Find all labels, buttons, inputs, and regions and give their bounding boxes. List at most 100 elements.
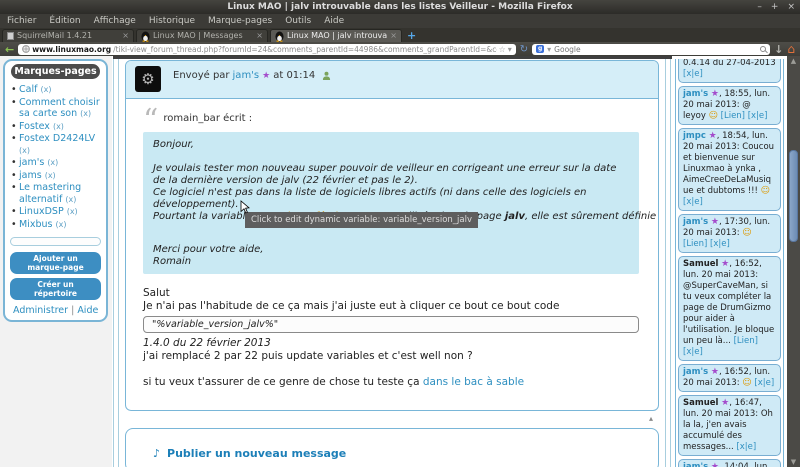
bookmark-star-icon[interactable]: ☆ <box>499 45 506 54</box>
bookmark-remove-link[interactable]: (x) <box>53 122 64 131</box>
bookmarks-list: Calf (x) Comment choisir sa carte son (x… <box>10 84 101 230</box>
bookmark-remove-link[interactable]: (x) <box>80 109 91 118</box>
shout-author-link[interactable]: jam's <box>683 367 708 377</box>
minimize-button[interactable]: – <box>757 0 762 14</box>
sandbox-link[interactable]: dans le bac à sable <box>423 376 524 388</box>
document-icon <box>7 32 14 40</box>
tab-close-icon[interactable]: × <box>256 30 263 42</box>
menu-outils[interactable]: Outils <box>285 14 311 28</box>
message-links[interactable]: [x|e] <box>736 442 756 452</box>
new-tab-button[interactable]: + <box>407 30 416 42</box>
message-links[interactable]: [x|e] <box>683 69 703 79</box>
shout-author-link[interactable]: Samuel <box>683 259 718 269</box>
search-engine-dropdown-icon[interactable]: ▾ <box>547 45 551 54</box>
author-star-icon: ★ <box>262 70 271 81</box>
bookmark-remove-link[interactable]: (x) <box>67 207 78 216</box>
author-star-icon: ★ <box>710 367 719 377</box>
scrollbar[interactable]: ▲ ▼ <box>787 56 800 467</box>
search-magnifier-icon[interactable] <box>760 46 767 52</box>
bookmark-link[interactable]: Fostex D2424LV <box>19 133 95 144</box>
create-folder-button[interactable]: Créer un répertoire <box>10 278 101 300</box>
tux-favicon-icon <box>141 31 150 42</box>
close-button[interactable]: × <box>787 0 795 14</box>
menu-historique[interactable]: Historique <box>149 14 195 28</box>
tab-squirrelmail[interactable]: SquirrelMail 1.4.21 × <box>2 29 134 42</box>
publish-new-message-link[interactable]: ♪ Publier un nouveau message <box>153 447 346 460</box>
message-links[interactable]: [x|e] <box>683 197 703 207</box>
bookmark-name-input[interactable] <box>10 237 101 246</box>
thread-inner-frame: ⚙ Envoyé par jam's ★ at 01:14 “ romain_b… <box>118 59 666 467</box>
message-links[interactable]: [x|e] <box>754 378 774 388</box>
maximize-button[interactable]: + <box>771 0 779 14</box>
menu-edition[interactable]: Édition <box>49 14 80 28</box>
author-star-icon: ★ <box>710 217 719 227</box>
bookmark-link[interactable]: jam's <box>19 157 44 168</box>
menu-aide[interactable]: Aide <box>324 14 344 28</box>
page-content: Marques-pages Calf (x) Comment choisir s… <box>0 56 800 467</box>
home-icon[interactable]: ⌂ <box>787 43 795 55</box>
post-body: “ romain_bar écrit : Bonjour, Je voulais… <box>126 99 658 410</box>
bookmark-remove-link[interactable]: (x) <box>45 171 56 180</box>
back-button[interactable]: ← <box>5 44 14 55</box>
post-author-link[interactable]: jam's <box>233 70 260 81</box>
shout-author-link[interactable]: Samuel <box>683 398 718 408</box>
list-item: Fostex D2424LV (x) <box>10 133 101 156</box>
search-engine-icon[interactable]: g <box>536 45 545 53</box>
bookmark-remove-link[interactable]: (x) <box>40 85 51 94</box>
menu-marque-pages[interactable]: Marque-pages <box>208 14 272 28</box>
search-input[interactable] <box>554 44 758 54</box>
shoutbox-message: jmpc ★, 18:54, lun. 20 mai 2013: Coucou … <box>678 128 781 211</box>
bookmark-link[interactable]: LinuxDSP <box>19 206 64 217</box>
list-item: jam's (x) <box>10 157 101 169</box>
shout-author-link[interactable]: jam's <box>683 89 708 99</box>
variable-value: 1.4.0 du 22 février 2013 <box>143 337 271 349</box>
sandbox-line: si tu veux t'assurer de ce genre de chos… <box>143 376 525 388</box>
downloads-icon[interactable]: ↓ <box>774 43 783 56</box>
shoutbox-message: Samuel ★, 16:47, lun. 20 mai 2013: Oh la… <box>678 395 781 456</box>
message-links[interactable]: [Lien] [x|e] <box>721 111 768 121</box>
smiley-icon: ☺ <box>760 186 771 196</box>
smiley-icon: ☺ <box>742 378 752 388</box>
shoutbox-message: jam's ★, 16:52, lun. 20 mai 2013: ☺ [x|e… <box>678 364 781 392</box>
shout-author-link[interactable]: jam's <box>683 462 708 467</box>
message-links[interactable]: [Lien] [x|e] <box>683 239 730 249</box>
administer-link[interactable]: Administrer <box>13 305 68 316</box>
bookmark-link[interactable]: Mixbus <box>19 219 52 230</box>
url-dropdown-icon[interactable]: ▾ <box>508 45 512 54</box>
code-snippet[interactable]: "%variable_version_jalv%" <box>143 316 639 333</box>
scrollbar-thumb[interactable] <box>789 150 798 242</box>
bookmark-link[interactable]: jams <box>19 170 42 181</box>
help-link[interactable]: Aide <box>77 305 98 316</box>
post-header-line: Envoyé par jam's ★ at 01:14 <box>173 70 331 81</box>
list-item: jams (x) <box>10 170 101 182</box>
shout-author-link[interactable]: jam's <box>683 217 708 227</box>
menu-fichier[interactable]: Fichier <box>7 14 36 28</box>
add-bookmark-button[interactable]: Ajouter un marque-page <box>10 252 101 274</box>
bookmark-link[interactable]: Calf <box>19 84 37 95</box>
collapse-arrow-icon[interactable]: ▴ <box>649 414 653 423</box>
bookmark-remove-link[interactable]: (x) <box>56 220 67 229</box>
tab-linuxmao-jalv-active[interactable]: Linux MAO | jalv introuvable dans l... × <box>270 29 402 42</box>
bookmark-remove-link[interactable]: (x) <box>19 146 30 155</box>
bookmark-remove-link[interactable]: (x) <box>47 158 58 167</box>
scroll-up-icon[interactable]: ▲ <box>787 57 800 65</box>
tab-close-icon[interactable]: × <box>390 30 397 42</box>
reload-icon[interactable]: ↻ <box>520 44 528 55</box>
scroll-down-icon[interactable]: ▼ <box>787 458 800 466</box>
shoutbox-panel: 21 mai 2013: Emma 0.4.14 du 27-04-2013 [… <box>675 59 784 467</box>
bookmark-link[interactable]: Fostex <box>19 121 50 132</box>
menu-affichage[interactable]: Affichage <box>94 14 136 28</box>
search-bar[interactable]: g ▾ <box>532 43 771 55</box>
bookmarks-box: Marques-pages Calf (x) Comment choisir s… <box>3 59 108 322</box>
avatar[interactable]: ⚙ <box>135 66 161 92</box>
bookmark-remove-link[interactable]: (x) <box>65 195 76 204</box>
shout-author-link[interactable]: jmpc <box>683 131 706 141</box>
window-title: Linux MAO | jalv introuvable dans les li… <box>227 2 573 12</box>
tab-close-icon[interactable]: × <box>122 30 129 42</box>
shoutbox-message: Samuel ★, 16:52, lun. 20 mai 2013: @Supe… <box>678 256 781 361</box>
thread-outer-frame: ⚙ Envoyé par jam's ★ at 01:14 “ romain_b… <box>113 59 671 467</box>
tab-linuxmao-messages[interactable]: Linux MAO | Messages × <box>136 29 268 42</box>
url-bar[interactable]: www.linuxmao.org /tiki-view_forum_thread… <box>18 43 516 55</box>
bookmarks-footer: Administrer | Aide <box>13 305 99 316</box>
tab-bar: SquirrelMail 1.4.21 × Linux MAO | Messag… <box>0 28 800 42</box>
